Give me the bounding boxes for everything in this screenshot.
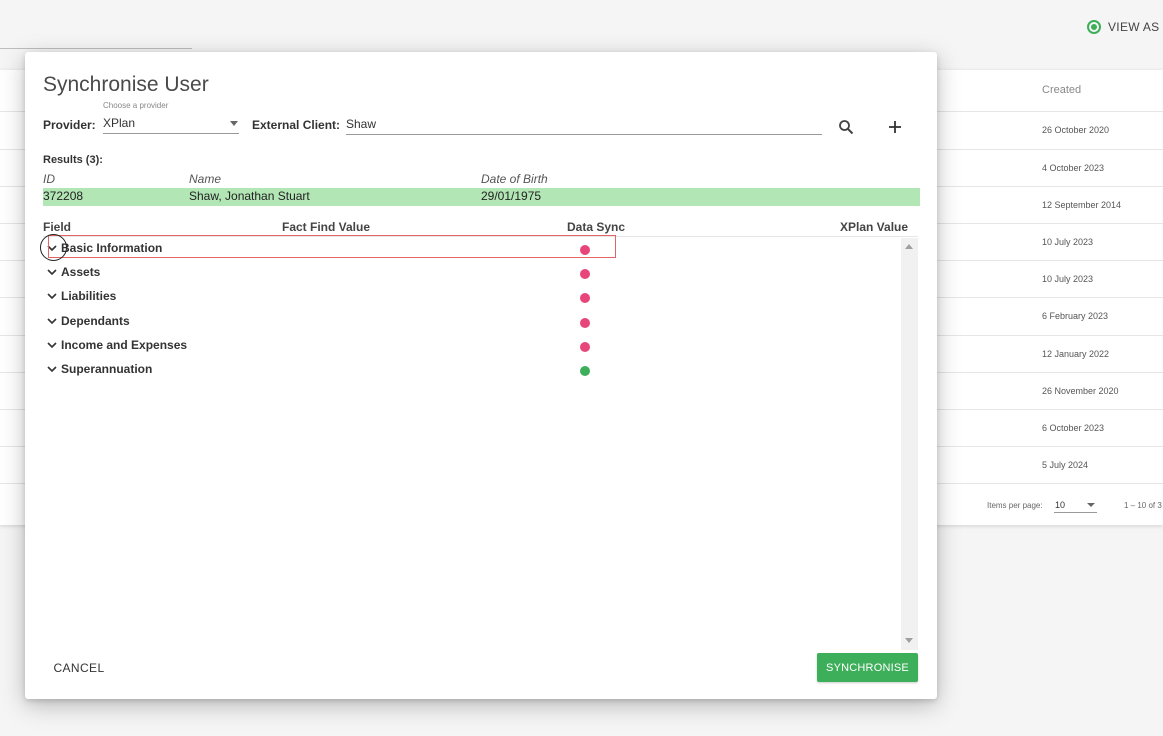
result-name: Shaw, Jonathan Stuart — [189, 189, 310, 203]
fields-table-header: Field Fact Find Value Data Sync XPlan Va… — [43, 219, 918, 237]
created-column-header[interactable]: Created — [1042, 84, 1081, 96]
error-status-icon — [580, 318, 590, 328]
field-label: Dependants — [61, 314, 130, 328]
fields-list: Basic Information Assets Liabilities Dep… — [43, 238, 901, 650]
result-id: 372208 — [43, 189, 84, 203]
chevron-down-icon[interactable] — [47, 243, 57, 253]
provider-label: Provider: — [43, 118, 96, 132]
created-date: 12 January 2022 — [1042, 349, 1110, 359]
created-date: 4 October 2023 — [1042, 163, 1105, 173]
field-label: Liabilities — [61, 289, 117, 303]
col-field: Field — [43, 220, 72, 234]
error-status-icon — [580, 293, 590, 303]
check-status-icon — [580, 366, 590, 376]
col-data-sync: Data Sync — [567, 220, 626, 234]
external-client-input[interactable] — [346, 114, 822, 135]
results-col-dob: Date of Birth — [481, 172, 548, 186]
items-per-page-label: Items per page: — [987, 501, 1043, 510]
created-date: 6 February 2023 — [1042, 311, 1109, 321]
fields-scrollbar[interactable] — [901, 238, 918, 650]
result-row-selected[interactable]: 372208 Shaw, Jonathan Stuart 29/01/1975 — [43, 188, 920, 206]
col-fact-find-value: Fact Find Value — [282, 220, 371, 234]
field-row-income-and-expenses[interactable]: Income and Expenses — [43, 335, 901, 357]
provider-select[interactable]: XPlan — [103, 114, 239, 134]
items-per-page-value: 10 — [1055, 500, 1066, 510]
col-xplan-value: XPlan Value — [840, 220, 909, 234]
view-as-toggle[interactable]: VIEW AS I — [1087, 20, 1163, 34]
add-button[interactable] — [884, 116, 906, 138]
created-date: 26 October 2020 — [1042, 125, 1110, 135]
field-label: Basic Information — [61, 241, 163, 255]
created-date: 12 September 2014 — [1042, 200, 1122, 210]
field-row-basic-information[interactable]: Basic Information — [43, 238, 901, 260]
field-row-superannuation[interactable]: Superannuation — [43, 359, 901, 381]
results-count: Results (3): — [43, 154, 103, 166]
radio-selected-icon[interactable] — [1087, 20, 1101, 34]
provider-hint: Choose a provider — [103, 101, 169, 110]
search-icon — [839, 120, 854, 135]
field-label: Superannuation — [61, 362, 153, 376]
paginator-range: 1 – 10 of 3 — [1124, 501, 1162, 510]
search-button[interactable] — [835, 116, 857, 138]
background-divider — [0, 48, 192, 49]
cancel-button[interactable]: CANCEL — [43, 653, 115, 683]
chevron-down-icon[interactable] — [47, 340, 57, 350]
dialog-title: Synchronise User — [43, 73, 209, 96]
dropdown-arrow-icon — [230, 121, 238, 126]
dropdown-arrow-icon — [1087, 503, 1095, 507]
plus-icon — [889, 121, 901, 133]
view-as-label: VIEW AS I — [1108, 20, 1163, 34]
external-client-label: External Client: — [252, 118, 341, 132]
result-dob: 29/01/1975 — [481, 189, 542, 203]
results-col-name: Name — [189, 172, 222, 186]
results-col-id: ID — [43, 172, 55, 186]
synchronise-button[interactable]: SYNCHRONISE — [817, 653, 918, 682]
error-status-icon — [580, 245, 590, 255]
chevron-down-icon[interactable] — [47, 267, 57, 277]
items-per-page-select[interactable]: 10 — [1054, 498, 1097, 513]
created-date: 26 November 2020 — [1042, 386, 1119, 396]
field-row-liabilities[interactable]: Liabilities — [43, 286, 901, 308]
chevron-down-icon[interactable] — [47, 291, 57, 301]
field-label: Assets — [61, 265, 101, 279]
field-row-assets[interactable]: Assets — [43, 262, 901, 284]
chevron-down-icon[interactable] — [47, 364, 57, 374]
created-date: 6 October 2023 — [1042, 423, 1105, 433]
scroll-down-arrow-icon[interactable] — [905, 638, 913, 643]
created-date: 10 July 2023 — [1042, 274, 1094, 284]
field-label: Income and Expenses — [61, 338, 188, 352]
error-status-icon — [580, 342, 590, 352]
created-date: 5 July 2024 — [1042, 460, 1089, 470]
created-date: 10 July 2023 — [1042, 237, 1094, 247]
error-status-icon — [580, 269, 590, 279]
results-header: ID Name Date of Birth — [43, 171, 920, 187]
field-row-dependants[interactable]: Dependants — [43, 311, 901, 333]
chevron-down-icon[interactable] — [47, 316, 57, 326]
scroll-up-arrow-icon[interactable] — [905, 244, 913, 249]
provider-value: XPlan — [103, 116, 136, 130]
synchronise-user-dialog: Synchronise User Choose a provider Provi… — [25, 52, 937, 699]
